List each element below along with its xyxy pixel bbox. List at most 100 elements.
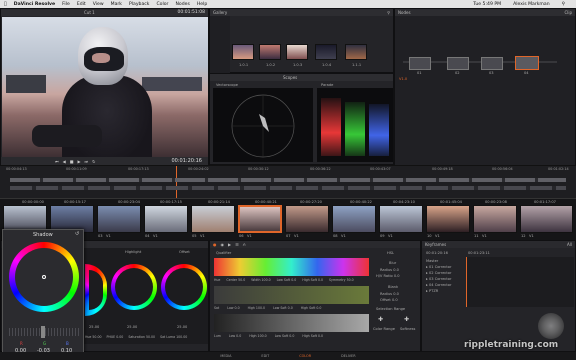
gallery-still[interactable] [315, 44, 337, 60]
app-menu[interactable]: DaVinci Resolve [14, 2, 55, 7]
tab-edit[interactable]: EDIT [261, 354, 269, 358]
vectorscope [213, 88, 313, 162]
rewind-icon[interactable]: ◀ [63, 159, 66, 164]
viewer-timecode-top: 00:01:51:08 [177, 10, 205, 15]
blur-ratio[interactable]: H/V Ratio 0.0 [376, 274, 400, 278]
clip-thumbnail[interactable] [285, 205, 329, 233]
node-label: 03 [489, 71, 494, 75]
clip-thumbnail[interactable] [520, 205, 573, 233]
blank-radius[interactable]: Radius 0.0 [380, 292, 399, 296]
clip-timecode: 00:00:40:21 [255, 200, 277, 204]
reset-icon[interactable]: ↺ [75, 231, 79, 237]
mini-timeline[interactable]: 00:00:04:13 00:00:11:09 00:00:17:13 00:0… [0, 165, 576, 199]
clip-thumbnail[interactable] [238, 205, 282, 233]
viewer-image[interactable] [2, 17, 208, 157]
menu-edit[interactable]: Edit [77, 2, 86, 7]
clip-thumbnail[interactable] [191, 205, 235, 233]
menu-nodes[interactable]: Nodes [175, 2, 189, 7]
play-icon[interactable]: ▶ [77, 159, 80, 164]
gallery-still[interactable] [259, 44, 281, 60]
jump-start-icon[interactable]: ⏮ [55, 159, 59, 164]
track-ptzr[interactable]: ▸ PTZR [426, 288, 451, 294]
node-version: V1.0 [399, 77, 408, 81]
wheel-value: 25.00 [89, 325, 100, 329]
clip-track: V1 [153, 234, 158, 238]
color-range-label: Color Range [373, 327, 395, 331]
hue-field[interactable]: Hue 50.00 [85, 335, 102, 339]
user-label[interactable]: Alexis Markman [513, 2, 550, 7]
transport-bar: ⏮ ◀ ■ ▶ ⏭ ↻ 00:01:20:16 [1, 157, 208, 165]
qualifier-panel: ● ◉ ▶ ☰ ✍ Qualifier Hue Center 50.0 Width … [209, 240, 421, 352]
tool-icon[interactable]: ☰ [235, 242, 239, 247]
clip-thumbnail[interactable] [97, 205, 141, 233]
green-channel-label: G [43, 341, 47, 346]
jump-end-icon[interactable]: ⏭ [85, 159, 89, 164]
hsl-label[interactable]: HSL [387, 251, 394, 255]
clip-thumbnail[interactable] [379, 205, 423, 233]
playhead[interactable] [176, 166, 177, 199]
selection-range-title: Selection Range [376, 307, 406, 311]
menu-playback[interactable]: Playback [129, 2, 150, 7]
menu-color[interactable]: Color [156, 2, 168, 7]
tab-color[interactable]: COLOR [299, 354, 311, 358]
gallery-still[interactable] [345, 44, 367, 60]
node-graph[interactable] [395, 16, 575, 165]
gallery-album-list[interactable] [210, 16, 230, 73]
stop-icon[interactable]: ■ [70, 159, 74, 164]
node-02[interactable] [447, 57, 469, 70]
menu-help[interactable]: Help [197, 2, 207, 7]
clip-number: 11 [474, 234, 479, 238]
blank-offset[interactable]: Offset 0.0 [380, 298, 398, 302]
blank-title: Blank [388, 285, 399, 289]
hue-qualifier-bar[interactable] [214, 258, 369, 276]
node-03[interactable] [481, 57, 503, 70]
apple-icon[interactable]:  [4, 2, 7, 7]
phue-field[interactable]: PHUE 0.00 [107, 335, 124, 339]
scopes-panel: Scopes Vectorscope Parade [209, 73, 394, 165]
gallery-still[interactable] [232, 44, 254, 60]
sat-luma-field[interactable]: Sat Luma 100.00 [160, 335, 187, 339]
clip-track: V1 [294, 234, 299, 238]
sat-qualifier-bar[interactable] [214, 286, 369, 304]
softness-icon[interactable]: ✚ [404, 316, 409, 323]
wheel-puck[interactable] [42, 275, 46, 279]
tool-icon[interactable]: ● [213, 242, 217, 247]
clip-number: 09 [380, 234, 385, 238]
clip-thumbnail[interactable] [144, 205, 188, 233]
clip-track: V1 [106, 234, 111, 238]
qualifier-title: Qualifier [216, 251, 232, 255]
lum-qualifier-bar[interactable] [214, 314, 369, 332]
tab-deliver[interactable]: DELIVER [341, 354, 355, 358]
blur-radius[interactable]: Radius 0.0 [380, 268, 399, 272]
menu-file[interactable]: File [62, 2, 70, 7]
clip-track: V1 [341, 234, 346, 238]
loop-icon[interactable]: ↻ [92, 159, 95, 164]
search-icon[interactable]: ⚲ [562, 2, 565, 7]
node-label: 04 [524, 71, 529, 75]
clip-thumbnail[interactable] [426, 205, 470, 233]
keyframes-mode[interactable]: All [567, 242, 572, 247]
clip-label[interactable]: Clip [564, 10, 572, 15]
clock-label: Tue 5:49 PM [473, 1, 502, 7]
menu-mark[interactable]: Mark [111, 2, 122, 7]
clip-timecode: 00:00:27:20 [300, 200, 322, 204]
node-04[interactable] [515, 56, 539, 70]
gallery-still[interactable] [286, 44, 308, 60]
tool-icon[interactable]: ▶ [228, 242, 231, 247]
viewer-header: Cut 1 00:01:51:08 [1, 9, 208, 16]
gallery-title: Gallery [213, 10, 228, 15]
eyedropper-icon[interactable]: ✚ [378, 316, 383, 323]
node-label: 02 [455, 71, 460, 75]
tab-media[interactable]: MEDIA [220, 354, 231, 358]
node-01[interactable] [409, 57, 431, 70]
clip-track: V1 [388, 234, 393, 238]
clip-number: 10 [427, 234, 432, 238]
saturation-field[interactable]: Saturation 50.00 [128, 335, 155, 339]
node-label: 01 [417, 71, 422, 75]
menu-view[interactable]: View [93, 2, 104, 7]
clip-thumbnail[interactable] [473, 205, 517, 233]
search-icon[interactable]: ⚲ [387, 10, 390, 15]
tool-icon[interactable]: ✍ [243, 242, 246, 247]
tool-icon[interactable]: ◉ [221, 242, 225, 247]
clip-thumbnail[interactable] [332, 205, 376, 233]
